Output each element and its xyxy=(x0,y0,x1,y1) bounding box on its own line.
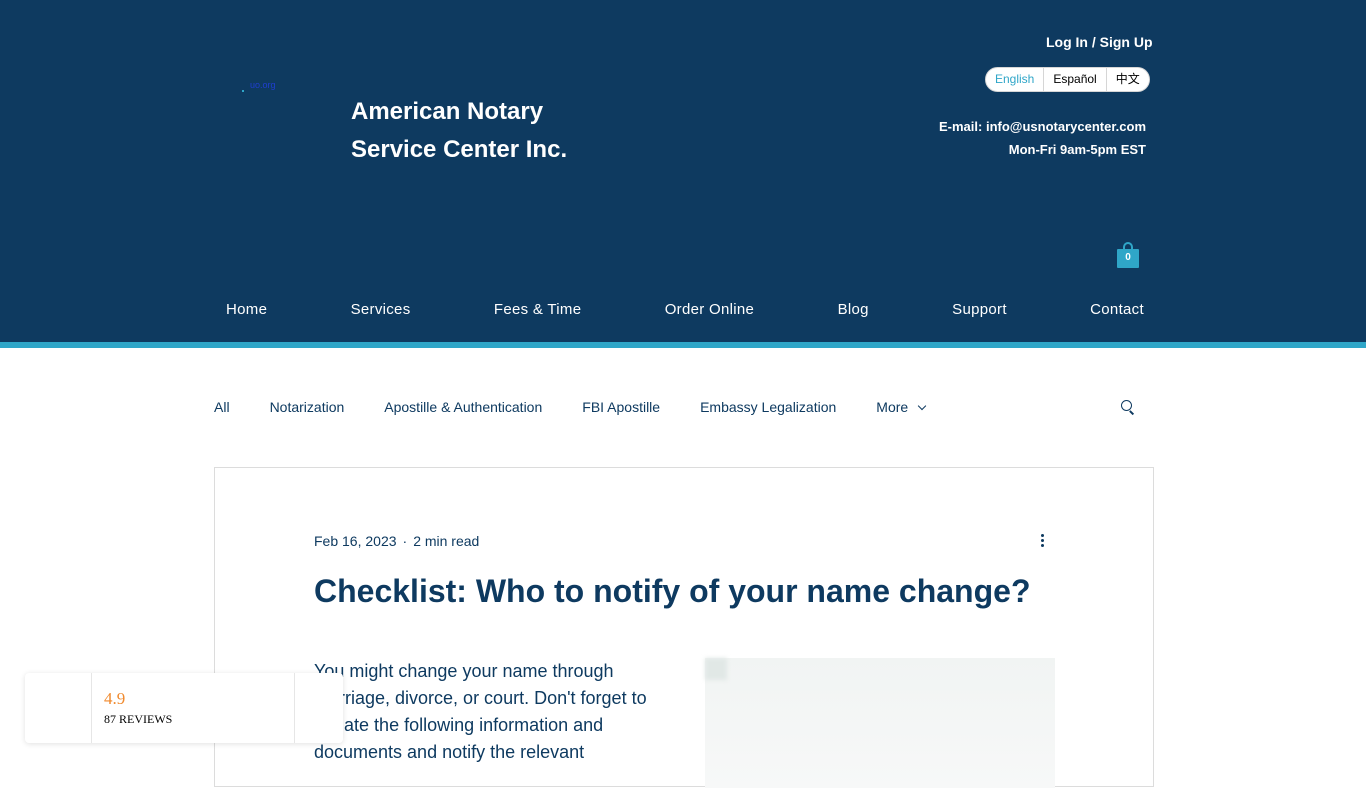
language-chinese[interactable]: 中文 xyxy=(1107,68,1149,91)
reviews-widget[interactable]: 4.9 87 REVIEWS xyxy=(25,673,343,743)
review-count: 87 REVIEWS xyxy=(104,712,173,726)
search-icon[interactable] xyxy=(1121,400,1135,416)
menu-dot xyxy=(1040,544,1044,547)
blog-category-menu: All Notarization Apostille & Authenticat… xyxy=(214,399,927,415)
category-notarization[interactable]: Notarization xyxy=(270,399,345,415)
category-all[interactable]: All xyxy=(214,399,230,415)
language-espanol[interactable]: Español xyxy=(1044,68,1107,91)
login-signup-link[interactable]: Log In / Sign Up xyxy=(1046,34,1153,50)
blog-post-card: Feb 16, 2023 · 2 min read Checklist: Who t… xyxy=(214,467,1154,788)
logo-dot xyxy=(242,90,244,92)
category-fbi-apostille[interactable]: FBI Apostille xyxy=(582,399,660,415)
contact-email: E-mail: info@usnotarycenter.com xyxy=(939,119,1146,134)
post-read-time: 2 min read xyxy=(413,533,480,549)
post-meta: Feb 16, 2023 · 2 min read xyxy=(314,533,479,549)
company-name: American Notary Service Center Inc. xyxy=(351,93,651,169)
more-vertical-icon[interactable] xyxy=(1039,534,1045,550)
post-date: Feb 16, 2023 xyxy=(314,533,397,549)
language-english[interactable]: English xyxy=(986,68,1045,91)
category-more-dropdown[interactable]: More xyxy=(876,399,927,415)
nav-blog[interactable]: Blog xyxy=(838,301,869,318)
cart-count: 0 xyxy=(1125,252,1131,263)
nav-fees-time[interactable]: Fees & Time xyxy=(494,301,582,318)
site-header: uo.org American Notary Service Center In… xyxy=(0,0,1366,342)
reviews-widget-summary: 4.9 87 REVIEWS xyxy=(92,673,295,743)
language-selector: English Español 中文 xyxy=(985,67,1150,92)
post-image xyxy=(705,658,1055,788)
post-title: Checklist: Who to notify of your name ch… xyxy=(314,573,1031,609)
nav-home[interactable]: Home xyxy=(226,301,267,318)
post-image-corner xyxy=(705,658,727,680)
post-meta-separator: · xyxy=(402,533,408,549)
company-name-line2: Service Center Inc. xyxy=(351,136,568,163)
cart-icon[interactable]: 0 xyxy=(1117,242,1139,268)
company-name-line1: American Notary xyxy=(351,98,544,125)
logo-text: uo.org xyxy=(250,80,276,90)
chevron-down-icon xyxy=(917,401,927,410)
post-body: You might change your name through marri… xyxy=(314,661,647,762)
nav-contact[interactable]: Contact xyxy=(1090,301,1144,318)
header-stripe xyxy=(0,342,1366,348)
business-hours: Mon-Fri 9am-5pm EST xyxy=(1008,142,1146,157)
nav-services[interactable]: Services xyxy=(351,301,411,318)
search-icon-handle xyxy=(1129,410,1135,415)
nav-support[interactable]: Support xyxy=(952,301,1007,318)
nav-order-online[interactable]: Order Online xyxy=(665,301,754,318)
category-more-label: More xyxy=(876,399,909,415)
review-score: 4.9 xyxy=(104,689,126,708)
menu-dot xyxy=(1040,534,1044,537)
main-nav: Home Services Fees & Time Order Online B… xyxy=(190,301,1180,318)
category-apostille-authentication[interactable]: Apostille & Authentication xyxy=(384,399,542,415)
reviews-widget-logo-area xyxy=(25,673,92,743)
category-embassy-legalization[interactable]: Embassy Legalization xyxy=(700,399,836,415)
menu-dot xyxy=(1040,539,1044,542)
site-logo[interactable]: uo.org xyxy=(242,80,292,96)
